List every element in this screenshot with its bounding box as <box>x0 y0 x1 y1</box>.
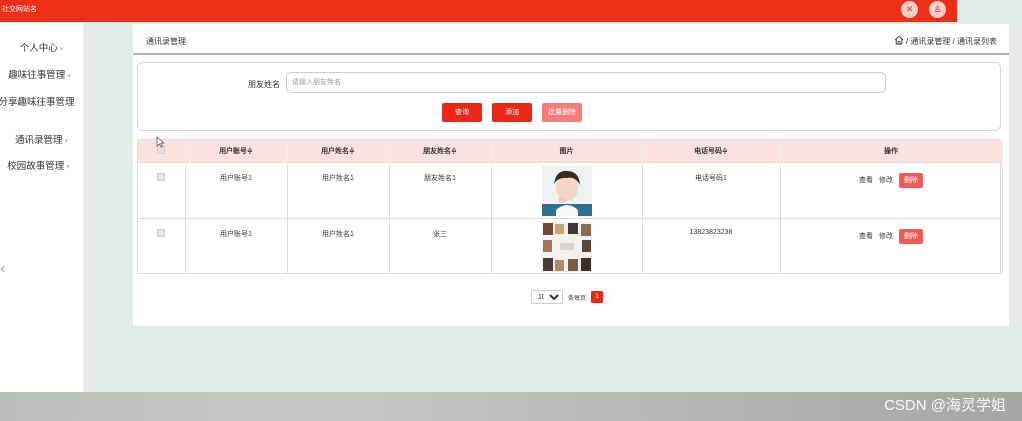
sidebar: 个人中心 ▾ 趣味往事管理 ▾ 分享趣味往事管理 ▾ 通讯录管理 ▾ 校园故事管理 ▾ … <box>0 22 83 392</box>
chevron-down-icon: ▾ <box>64 138 69 145</box>
chevron-down-icon: ▾ <box>67 73 71 80</box>
column-header-phone[interactable]: 电话号码≑ <box>642 140 781 162</box>
edit-link[interactable]: 修改 <box>879 175 893 185</box>
column-header-user-name[interactable]: 用户姓名≑ <box>287 140 390 162</box>
view-link[interactable]: 查看 <box>859 231 873 241</box>
friend-name-label: 朋友姓名 <box>248 80 280 89</box>
chevron-down-icon: ▾ <box>36 102 40 109</box>
page-number-current[interactable]: 1 <box>591 291 604 303</box>
watermark-text: CSDN @海灵学姐 <box>884 397 1006 414</box>
delete-button[interactable]: 删除 <box>899 172 923 188</box>
breadcrumb-bar: 通讯录管理 / 通讯录管理 / 通讯录列表 <box>133 24 1009 55</box>
sidebar-item-fun-memories[interactable]: 趣味往事管理 ▾ <box>0 67 81 81</box>
sidebar-item-label: 个人中心 <box>19 43 58 54</box>
table-header-row: 用户账号≑ 用户姓名≑ 朋友姓名≑ 图片 电话号码≑ 操作 <box>138 140 1003 162</box>
page-size-select[interactable]: 10 <box>531 290 563 304</box>
cell-user-account: 用户账号1 <box>185 161 288 218</box>
query-button[interactable]: 查询 <box>442 103 482 122</box>
column-header-friend-name[interactable]: 朋友姓名≑ <box>389 140 492 162</box>
cell-friend-name: 朋友姓名1 <box>389 161 492 218</box>
sidebar-item-contacts[interactable]: 通讯录管理 ▾ <box>0 132 83 146</box>
content-panel: 通讯录管理 / 通讯录管理 / 通讯录列表 朋友姓名 查询 添加 批量删除 用户… <box>133 24 1009 326</box>
chevron-down-icon: ▾ <box>59 46 64 53</box>
table-row: 用户账号1 用户姓名1 张三 13823823238 查看 修改 删除 <box>138 217 1003 274</box>
bottom-strip <box>0 392 1022 421</box>
collage-photo <box>541 221 592 272</box>
sidebar-item-campus-stories[interactable]: 校园故事管理 ▾ <box>0 158 80 172</box>
row-checkbox[interactable] <box>157 228 166 237</box>
page-title: 通讯录管理 <box>146 37 186 46</box>
portrait-photo <box>541 165 592 216</box>
close-icon[interactable]: ✕ <box>901 1 918 18</box>
collapse-sidebar-icon[interactable]: ‹ <box>0 260 5 278</box>
column-header-actions: 操作 <box>780 140 1003 162</box>
add-button[interactable]: 添加 <box>492 103 532 122</box>
chevron-down-icon: ▾ <box>66 164 70 171</box>
sidebar-item-personal-center[interactable]: 个人中心 ▾ <box>0 40 83 54</box>
batch-delete-button[interactable]: 批量删除 <box>542 103 582 122</box>
top-bar: 社交网站名 ✕ ♙ <box>0 0 957 22</box>
search-form: 朋友姓名 查询 添加 批量删除 <box>137 62 1001 131</box>
delete-button[interactable]: 删除 <box>899 228 923 244</box>
breadcrumb: / 通讯录管理 / 通讯录列表 <box>894 35 997 47</box>
cell-phone: 电话号码1 <box>642 161 781 218</box>
sidebar-item-label: 校园故事管理 <box>7 161 65 172</box>
home-icon[interactable] <box>894 35 904 45</box>
table-row: 用户账号1 用户姓名1 朋友姓名1 电话号码1 查看 修改 删除 <box>138 161 1003 218</box>
cell-user-name: 用户姓名1 <box>287 217 390 274</box>
cell-user-name: 用户姓名1 <box>287 161 390 218</box>
per-page-label: 条每页 <box>568 295 587 302</box>
column-header-image: 图片 <box>491 140 643 162</box>
pagination: 10 条每页 1 <box>531 290 604 304</box>
edit-link[interactable]: 修改 <box>879 231 893 241</box>
sidebar-item-label: 通讯录管理 <box>14 135 63 146</box>
row-checkbox[interactable] <box>157 172 166 181</box>
column-header-user-account[interactable]: 用户账号≑ <box>185 140 288 162</box>
contacts-table: 用户账号≑ 用户姓名≑ 朋友姓名≑ 图片 电话号码≑ 操作 用户账号1 用户姓名… <box>137 139 1003 274</box>
cell-phone: 13823823238 <box>642 217 781 274</box>
site-title: 社交网站名 <box>2 6 37 13</box>
user-icon[interactable]: ♙ <box>929 1 946 18</box>
cell-user-account: 用户账号1 <box>185 217 288 274</box>
view-link[interactable]: 查看 <box>859 175 873 185</box>
friend-name-input[interactable] <box>286 72 886 93</box>
sidebar-item-label: 趣味往事管理 <box>8 70 66 81</box>
breadcrumb-path: / 通讯录管理 / 通讯录列表 <box>905 37 997 46</box>
mouse-cursor-icon <box>156 136 165 148</box>
cell-friend-name: 张三 <box>389 217 492 274</box>
